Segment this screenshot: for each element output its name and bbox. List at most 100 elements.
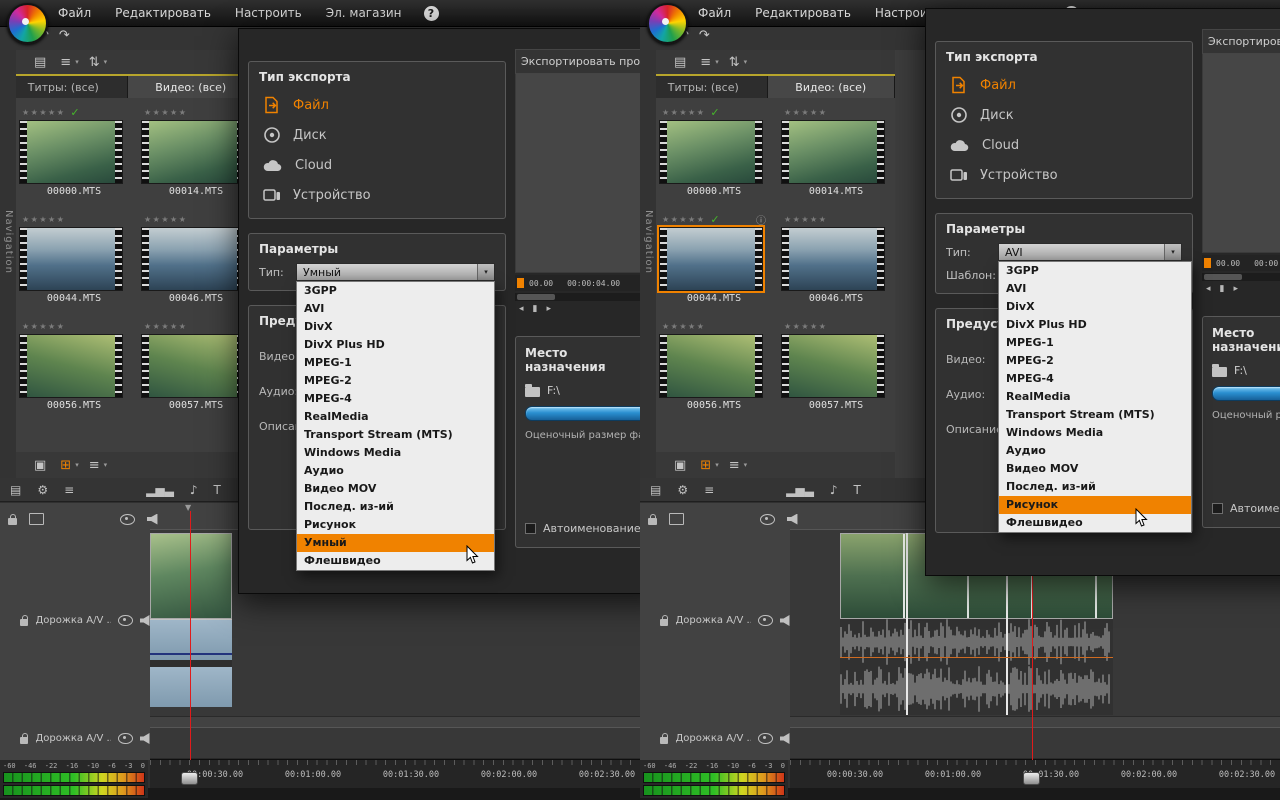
rating-stars[interactable]: ★★★★★ [144,215,187,224]
clip-item[interactable]: ★★★★★✓00000.MTS [16,106,132,213]
preview-scrollbar[interactable] [1202,273,1280,281]
grid-view-icon[interactable]: ⊞ [60,458,71,473]
dropdown-option[interactable]: Windows Media [297,444,494,462]
speaker-icon[interactable] [787,514,798,525]
clip-thumbnail[interactable] [19,120,123,184]
prev-frame-icon[interactable]: ◂ [519,304,524,314]
type-select[interactable]: Умный ▾ [296,263,495,281]
dropdown-option[interactable]: DivX Plus HD [999,316,1191,334]
library-tab-2[interactable]: Видео: (все) [768,76,896,98]
view-list-icon[interactable]: ≡ [700,55,711,70]
scrubber-handle[interactable] [1023,772,1040,785]
gear-icon[interactable]: ⚙ [677,483,688,497]
info-icon[interactable]: ⓘ [756,212,766,227]
clip-thumbnail[interactable] [659,227,763,291]
markers-icon[interactable]: ≡ [64,483,74,497]
rating-stars[interactable]: ★★★★★ [784,322,827,331]
speaker-icon[interactable] [147,514,158,525]
sort-icon[interactable]: ⇅ [89,55,100,70]
dropdown-option[interactable]: DivX Plus HD [297,336,494,354]
track-size-icon[interactable] [669,513,684,525]
eye-icon[interactable] [118,733,132,744]
dropdown-option[interactable]: AVI [297,300,494,318]
dropdown-option[interactable]: 3GPP [999,262,1191,280]
help-icon[interactable]: ? [424,6,439,21]
dropdown-option[interactable]: MPEG-1 [297,354,494,372]
lock-icon[interactable] [20,737,28,744]
rating-stars[interactable]: ★★★★★ [662,322,705,331]
dropdown-option[interactable]: MPEG-2 [297,372,494,390]
navigation-rail[interactable]: Navigation [640,50,656,478]
export-target-cloud[interactable]: Cloud [946,130,1182,160]
menu-item-1[interactable]: Файл [58,6,91,20]
audio-icon[interactable]: ♪ [830,483,838,497]
playhead[interactable] [190,511,191,760]
chevron-down-icon[interactable]: ▾ [104,58,108,66]
dropdown-option[interactable]: Аудио [297,462,494,480]
clip-item[interactable]: ★★★★★00057.MTS [778,320,894,427]
eye-icon[interactable] [118,615,132,626]
export-target-device[interactable]: Устройство [946,160,1182,190]
clip-thumbnail[interactable] [659,120,763,184]
lock-icon[interactable] [660,619,668,626]
dropdown-option[interactable]: Рисунок [297,516,494,534]
titler-icon[interactable]: T [854,483,861,497]
dropdown-option[interactable]: RealMedia [999,388,1191,406]
dropdown-option[interactable]: Рисунок [999,496,1191,514]
sort-icon[interactable]: ⇅ [729,55,740,70]
track-size-icon[interactable] [29,513,44,525]
stack-icon[interactable]: ▣ [34,458,46,473]
preview-scrollbar[interactable] [515,293,640,301]
chevron-down-icon[interactable]: ▾ [477,264,494,280]
next-frame-icon[interactable]: ▸ [1233,284,1238,294]
menu-item-3[interactable]: Настроить [235,6,302,20]
mixer-icon[interactable]: ▂▅▃ [146,483,174,497]
dropdown-option[interactable]: Послед. из-ий [999,478,1191,496]
eye-icon[interactable] [120,514,135,525]
next-frame-icon[interactable]: ▸ [546,304,551,314]
rating-stars[interactable]: ★★★★★ [144,108,187,117]
dropdown-option[interactable]: Умный [297,534,494,552]
clip-thumbnail[interactable] [141,227,245,291]
dropdown-option[interactable]: Флешвидео [297,552,494,570]
rating-stars[interactable]: ★★★★★ [662,108,705,117]
lock-icon[interactable] [8,518,17,525]
speaker-icon[interactable] [780,615,790,626]
export-target-file[interactable]: Файл [946,70,1182,100]
lock-icon[interactable] [660,737,668,744]
clip-thumbnail[interactable] [781,334,885,398]
autoname-checkbox[interactable] [1212,503,1223,514]
speaker-icon[interactable] [140,615,150,626]
menu-item-2[interactable]: Редактировать [115,6,211,20]
speaker-icon[interactable] [140,733,150,744]
clip-thumbnail[interactable] [659,334,763,398]
timeline-settings-icon[interactable]: ▤ [650,483,661,497]
clip-thumbnail[interactable] [781,120,885,184]
lock-icon[interactable] [20,619,28,626]
dropdown-option[interactable]: MPEG-4 [999,370,1191,388]
speaker-icon[interactable] [780,733,790,744]
timeline-settings-icon[interactable]: ▤ [10,483,21,497]
clip-item[interactable]: ★★★★★00014.MTS [138,106,254,213]
preview-scrubbar[interactable]: 00.00 00:00:04.00 [1202,255,1280,271]
import-icon[interactable]: ▤ [34,55,46,70]
clip-item[interactable]: ★★★★★00014.MTS [778,106,894,213]
export-target-device[interactable]: Устройство [259,180,495,210]
redo-icon[interactable]: ↷ [699,28,710,43]
prev-frame-icon[interactable]: ◂ [1206,284,1211,294]
rating-stars[interactable]: ★★★★★ [784,215,827,224]
eye-icon[interactable] [760,514,775,525]
clip-item[interactable]: ★★★★★00046.MTS [778,213,894,320]
rating-stars[interactable]: ★★★★★ [22,215,65,224]
view-list-icon[interactable]: ≡ [60,55,71,70]
export-target-disc[interactable]: Диск [259,120,495,150]
timeline-ruler[interactable]: 00:00:30.0000:01:00.0000:01:30.0000:02:0… [790,759,1280,788]
navigation-rail[interactable]: Navigation [0,50,16,478]
import-icon[interactable]: ▤ [674,55,686,70]
redo-icon[interactable]: ↷ [59,28,70,43]
menu-item-1[interactable]: Файл [698,6,731,20]
dropdown-option[interactable]: Видео MOV [999,460,1191,478]
dropdown-option[interactable]: Аудио [999,442,1191,460]
clip-item[interactable]: ★★★★★✓00000.MTS [656,106,772,213]
eye-icon[interactable] [758,615,772,626]
